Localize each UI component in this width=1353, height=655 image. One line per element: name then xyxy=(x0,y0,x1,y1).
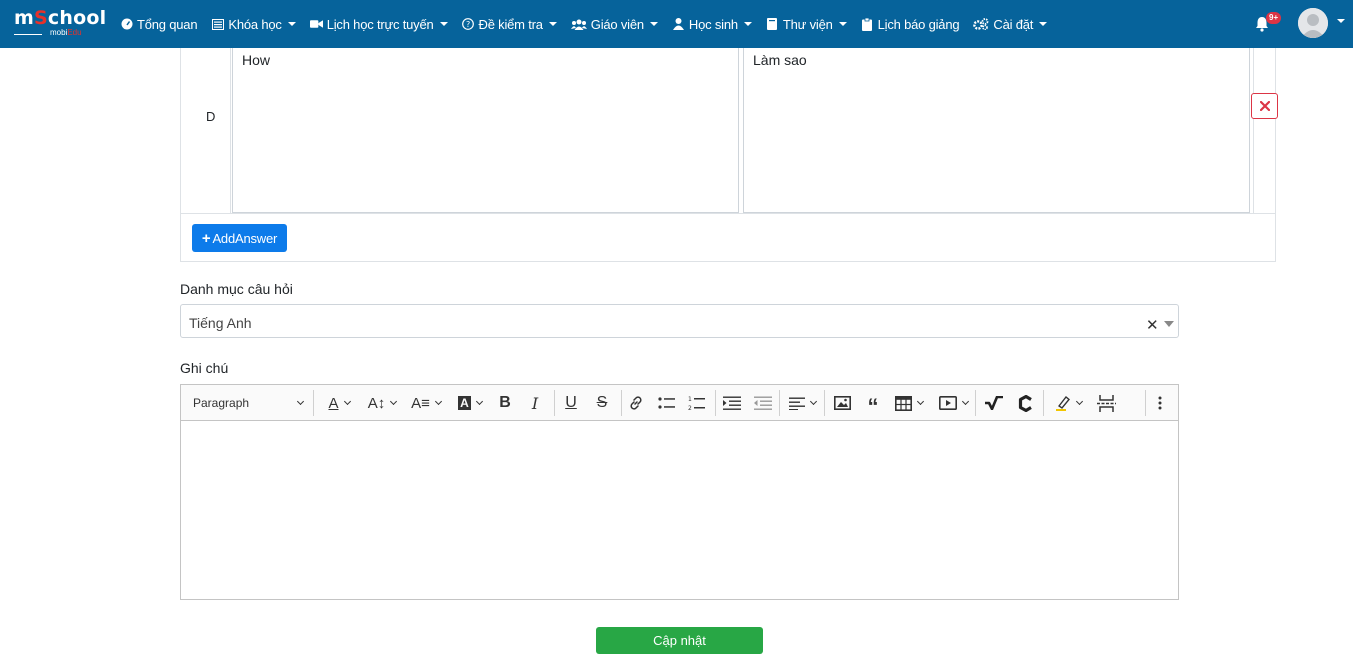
user-icon xyxy=(672,18,685,31)
chevron-down-icon xyxy=(838,22,847,26)
answer-row: D How Làm sao xyxy=(181,48,1278,214)
category-label: Danh mục câu hỏi xyxy=(180,281,293,297)
note-rich-text-editor: Paragraph A A↕ A≡ A B I U S 12 “ xyxy=(180,384,1179,600)
dashboard-icon xyxy=(120,18,133,31)
align-left-icon xyxy=(788,397,805,410)
nav-item-khoa-hoc[interactable]: Khóa học xyxy=(211,17,296,32)
font-color-dropdown[interactable]: A xyxy=(321,393,357,413)
chevron-down-icon[interactable] xyxy=(1337,19,1345,23)
chevron-down-icon xyxy=(296,397,305,406)
insert-table-dropdown[interactable] xyxy=(891,393,927,413)
underline-icon[interactable]: U xyxy=(561,393,581,413)
insert-media-dropdown[interactable] xyxy=(935,393,971,413)
close-icon xyxy=(1259,101,1270,111)
add-answer-button[interactable]: + AddAnswer xyxy=(192,224,287,252)
nav-item-hoc-sinh[interactable]: Học sinh xyxy=(672,17,752,32)
svg-text:2: 2 xyxy=(688,405,692,411)
chevron-down-icon xyxy=(649,22,658,26)
math-formula-icon[interactable] xyxy=(983,393,1005,413)
notification-badge: 9+ xyxy=(1266,12,1282,24)
italic-icon[interactable]: I xyxy=(525,393,545,413)
link-icon[interactable] xyxy=(626,393,646,413)
page-break-icon[interactable] xyxy=(1095,393,1117,413)
plus-icon: + xyxy=(201,229,211,247)
bulleted-list-icon[interactable] xyxy=(656,393,678,413)
highlighter-icon xyxy=(1055,395,1070,411)
indent-icon[interactable] xyxy=(721,393,743,413)
insert-image-icon[interactable] xyxy=(831,393,853,413)
chevron-down-icon xyxy=(743,22,752,26)
media-icon xyxy=(938,396,957,410)
answer-label-cell: D xyxy=(181,48,231,213)
nav-menu: Tổng quan Khóa học Lịch học trực tuyến ?… xyxy=(120,0,1061,48)
chevron-down-icon xyxy=(439,22,448,26)
strikethrough-icon[interactable]: S xyxy=(592,393,612,413)
nav-item-de-kiem-tra[interactable]: ? Đề kiểm tra xyxy=(462,17,557,32)
mschool-logo[interactable]: mSchool mobiEdu xyxy=(14,8,106,40)
avatar[interactable] xyxy=(1298,8,1328,38)
users-icon xyxy=(570,18,587,31)
top-navbar: mSchool mobiEdu Tổng quan Khóa học Lịch … xyxy=(0,0,1353,48)
text-alignment-dropdown[interactable] xyxy=(784,393,820,413)
numbered-list-icon[interactable]: 12 xyxy=(686,393,708,413)
nav-item-cai-dat[interactable]: Cài đặt xyxy=(973,17,1048,32)
answer-text-english[interactable]: How xyxy=(232,48,739,213)
chevron-down-icon xyxy=(1039,22,1048,26)
update-button[interactable]: Cập nhật xyxy=(596,627,763,654)
outdent-icon[interactable] xyxy=(752,393,774,413)
background-color-icon: A xyxy=(458,396,471,410)
nav-item-thu-vien[interactable]: Thư viện xyxy=(766,17,847,32)
video-icon xyxy=(309,18,323,31)
table-icon xyxy=(895,395,912,411)
font-size-icon: A↕ xyxy=(367,394,386,412)
nav-item-tong-quan[interactable]: Tổng quan xyxy=(120,17,198,32)
note-editor-content[interactable] xyxy=(181,422,1178,599)
answers-table: D How Làm sao + AddAnswer xyxy=(180,48,1278,262)
nav-item-lich-hoc-truc-tuyen[interactable]: Lịch học trực tuyến xyxy=(309,17,448,32)
block-quote-icon[interactable]: “ xyxy=(862,393,884,419)
question-icon: ? xyxy=(462,18,475,31)
note-label: Ghi chú xyxy=(180,360,229,376)
answer-label: D xyxy=(206,109,216,124)
clipboard-icon xyxy=(861,17,874,31)
delete-answer-button[interactable] xyxy=(1251,93,1278,119)
book-icon xyxy=(766,18,779,31)
clear-selection-icon[interactable]: ✕ xyxy=(1146,316,1159,334)
gears-icon xyxy=(973,18,989,31)
more-options-icon[interactable] xyxy=(1151,393,1169,413)
svg-text:1: 1 xyxy=(688,396,692,403)
font-size-dropdown[interactable]: A↕ xyxy=(364,393,400,413)
nav-item-giao-vien[interactable]: Giáo viên xyxy=(570,17,658,32)
chevron-down-icon xyxy=(287,22,296,26)
dropdown-arrow-icon[interactable] xyxy=(1164,321,1174,327)
svg-text:?: ? xyxy=(466,20,470,29)
bold-icon[interactable]: B xyxy=(495,393,515,413)
chevron-down-icon xyxy=(548,22,557,26)
paragraph-format-dropdown[interactable]: Paragraph xyxy=(193,393,305,413)
category-select[interactable]: Tiếng Anh ✕ xyxy=(180,304,1179,338)
font-family-dropdown[interactable]: A≡ xyxy=(408,393,444,413)
background-color-dropdown[interactable]: A xyxy=(452,393,488,413)
answer-text-vietnamese[interactable]: Làm sao xyxy=(743,48,1250,213)
font-family-icon: A≡ xyxy=(411,394,430,412)
highlight-dropdown[interactable] xyxy=(1049,393,1087,413)
font-color-icon: A xyxy=(328,394,339,412)
chemistry-formula-icon[interactable] xyxy=(1015,393,1037,413)
nav-item-lich-bao-giang[interactable]: Lịch báo giảng xyxy=(861,17,960,32)
list-icon xyxy=(211,18,224,31)
category-selected-value: Tiếng Anh xyxy=(189,315,252,331)
editor-toolbar: Paragraph A A↕ A≡ A B I U S 12 “ xyxy=(181,385,1178,421)
